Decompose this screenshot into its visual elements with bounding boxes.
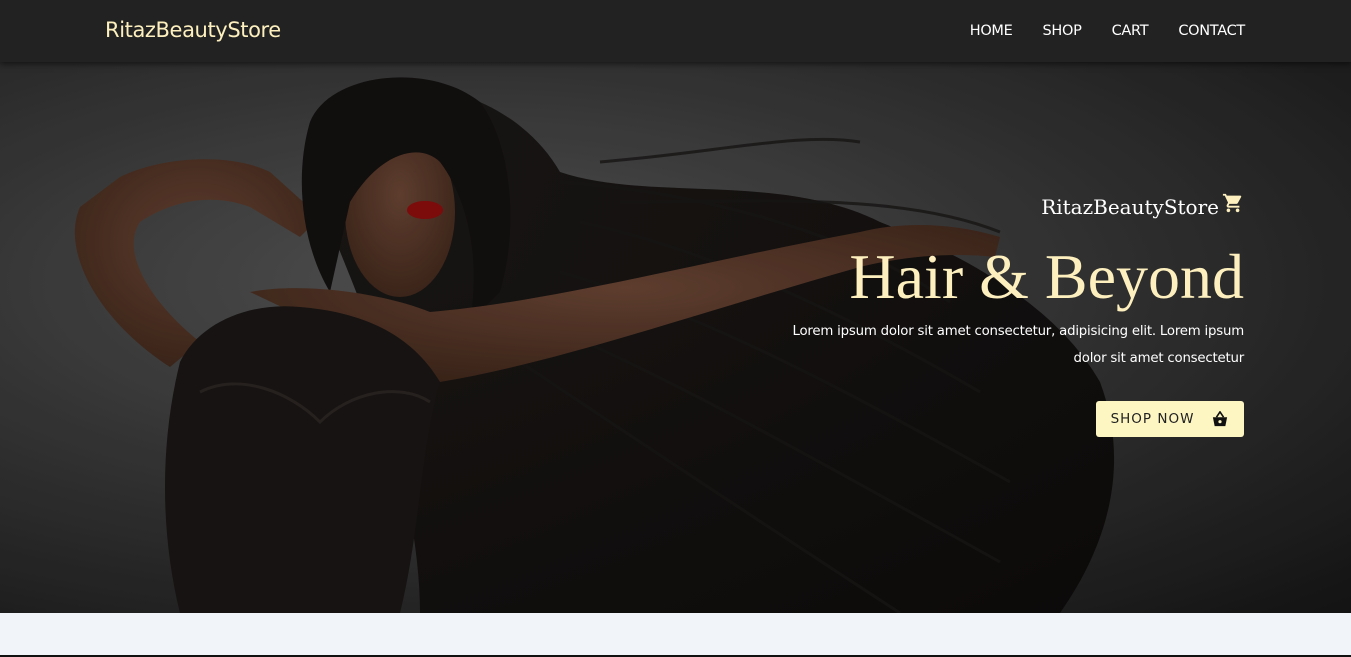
hero-title: Hair & Beyond [849, 241, 1244, 312]
nav-link-home[interactable]: HOME [970, 23, 1013, 39]
shop-now-button[interactable]: SHOP NOW [1096, 401, 1244, 437]
navbar: RitazBeautyStore HOME SHOP CART CONTACT [0, 0, 1351, 62]
nav-links: HOME SHOP CART CONTACT [940, 22, 1246, 40]
brand-logo[interactable]: RitazBeautyStore [105, 18, 281, 42]
page-section-below [0, 613, 1351, 657]
basket-icon [1213, 411, 1228, 427]
hero-store-name: RitazBeautyStore [1041, 195, 1219, 219]
shop-now-label: SHOP NOW [1110, 411, 1195, 427]
cart-icon [1222, 193, 1242, 213]
nav-link-shop[interactable]: SHOP [1043, 23, 1082, 39]
hero-banner: RitazBeautyStore Hair & Beyond Lorem ips… [0, 62, 1351, 613]
hero-description: Lorem ipsum dolor sit amet consectetur, … [792, 324, 1244, 366]
hero-content: RitazBeautyStore Hair & Beyond Lorem ips… [724, 62, 1244, 613]
nav-link-contact[interactable]: CONTACT [1178, 23, 1245, 39]
nav-link-cart[interactable]: CART [1112, 23, 1149, 39]
